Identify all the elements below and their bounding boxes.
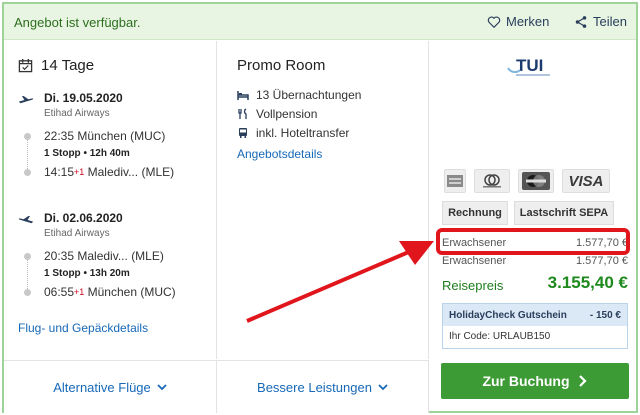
- flight-column: 14 Tage Di. 19.05.2020 Etihad Airways 22…: [4, 41, 217, 359]
- better-services-button[interactable]: Bessere Leistungen: [217, 360, 429, 413]
- departure-dot: [24, 253, 31, 260]
- availability-bar: Angebot ist verfügbar. Merken Teilen: [4, 4, 636, 40]
- duration-text: 14 Tage: [41, 57, 95, 74]
- voucher-title: HolidayCheck Gutschein: [449, 309, 567, 321]
- room-title: Promo Room: [237, 57, 326, 74]
- share-label: Teilen: [593, 14, 627, 29]
- flight-details-link[interactable]: Flug- und Gepäckdetails: [18, 321, 148, 335]
- outbound-stops: 1 Stopp • 12h 40m: [44, 148, 130, 159]
- amex-card-icon: [444, 169, 466, 193]
- voucher-amount: - 150 €: [589, 309, 621, 321]
- trip-duration: 14 Tage: [18, 57, 94, 74]
- availability-text: Angebot ist verfügbar.: [14, 15, 141, 30]
- plane-departure-icon: [18, 96, 34, 104]
- total-price-label: Reisepreis: [442, 278, 504, 293]
- outbound-arrival: 14:15+1 Malediv... (MLE): [44, 165, 175, 179]
- visa-icon: VISA: [562, 169, 610, 193]
- outbound-flight: Di. 19.05.2020 Etihad Airways 22:35 Münc…: [18, 91, 213, 181]
- chevron-down-icon: [378, 384, 388, 391]
- feature-transfer: inkl. Hoteltransfer: [237, 123, 361, 142]
- remember-label: Merken: [506, 14, 550, 29]
- heart-icon: [487, 15, 501, 28]
- tui-logo: TUI: [507, 56, 550, 76]
- svg-text:TUI: TUI: [516, 56, 543, 75]
- adult-price-row: Erwachsener 1.577,70 €: [442, 255, 628, 267]
- arrival-dot: [24, 169, 31, 176]
- alternative-flights-label: Alternative Flüge: [53, 379, 151, 395]
- outbound-departure: 22:35 München (MUC): [44, 129, 166, 143]
- chevron-right-icon: [578, 375, 587, 387]
- cutlery-icon: [238, 107, 247, 119]
- mastercard-icon: [518, 169, 554, 193]
- feature-nights: 13 Übernachtungen: [237, 85, 361, 104]
- inbound-airline: Etihad Airways: [44, 228, 110, 239]
- inbound-arrival: 06:55+1 München (MUC): [44, 285, 176, 299]
- departure-dot: [24, 133, 31, 140]
- offer-card: Angebot ist verfügbar. Merken Teilen 14 …: [2, 2, 638, 413]
- bed-icon: [237, 90, 249, 100]
- room-features: 13 Übernachtungen Vollpension inkl. Hote…: [237, 85, 361, 142]
- better-services-label: Bessere Leistungen: [257, 379, 372, 395]
- highlight-box: [436, 228, 630, 255]
- sepa-badge: Lastschrift SEPA: [514, 201, 614, 225]
- booking-column: TUI VISA Rechnung Lastschrift SEPA Erwac…: [429, 41, 636, 413]
- feature-board: Vollpension: [237, 104, 361, 123]
- inbound-departure: 20:35 Malediv... (MLE): [44, 249, 164, 263]
- book-button[interactable]: Zur Buchung: [441, 363, 629, 399]
- arrival-dot: [24, 289, 31, 296]
- total-price: 3.155,40 €: [547, 273, 628, 292]
- chevron-down-icon: [157, 384, 167, 391]
- inbound-date: Di. 02.06.2020: [44, 211, 123, 225]
- share-icon: [575, 15, 587, 28]
- alternative-flights-button[interactable]: Alternative Flüge: [4, 360, 217, 413]
- invoice-badge: Rechnung: [442, 201, 508, 225]
- remember-button[interactable]: Merken: [487, 14, 549, 29]
- inbound-stops: 1 Stopp • 13h 20m: [44, 268, 130, 279]
- plane-arrival-icon: [18, 216, 34, 224]
- book-button-label: Zur Buchung: [482, 373, 570, 389]
- outbound-airline: Etihad Airways: [44, 108, 110, 119]
- outbound-date: Di. 19.05.2020: [44, 91, 123, 105]
- share-button[interactable]: Teilen: [574, 14, 627, 29]
- diners-club-icon: [474, 169, 510, 193]
- voucher-code: Ihr Code: URLAUB150: [449, 331, 551, 342]
- voucher-box: HolidayCheck Gutschein - 150 € Ihr Code: …: [442, 303, 628, 349]
- payment-icons: VISA: [444, 169, 610, 193]
- bus-icon: [239, 127, 247, 138]
- offer-details-link[interactable]: Angebotsdetails: [237, 147, 322, 161]
- room-column: Promo Room 13 Übernachtungen Vollpension…: [217, 41, 429, 359]
- calendar-icon: [18, 58, 33, 73]
- inbound-flight: Di. 02.06.2020 Etihad Airways 20:35 Male…: [18, 211, 213, 301]
